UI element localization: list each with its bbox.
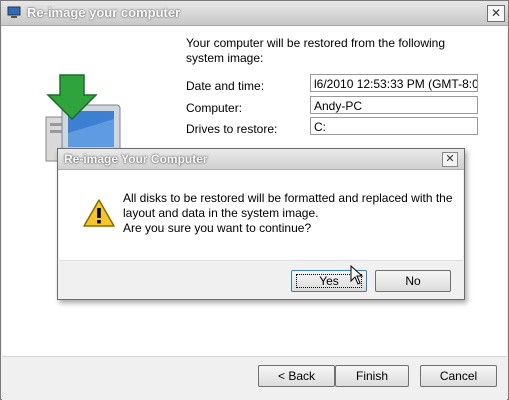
window-titlebar[interactable]: Re-image your computer ✕ [1,1,508,26]
dialog-body: All disks to be restored will be formatt… [59,170,463,260]
warning-icon [83,199,115,227]
dialog-title: Re-image Your Computer [64,152,208,166]
confirm-dialog: Re-image Your Computer ✕ All disks to be… [57,148,465,300]
computer-icon [7,6,21,18]
window-close-button[interactable]: ✕ [487,5,505,22]
dialog-message: All disks to be restored will be formatt… [123,191,453,236]
mouse-pointer-icon [350,265,364,285]
dialog-message-line: Are you sure you want to continue? [123,221,312,235]
dialog-message-line: layout and data in the system image. [123,206,319,220]
drives-field[interactable]: C: [310,117,478,135]
reimage-window: Re-image your computer ✕ Your computer w… [0,0,509,400]
cancel-button[interactable]: Cancel [420,365,497,387]
dialog-message-line: All disks to be restored will be formatt… [123,191,453,205]
drives-label: Drives to restore: [186,122,278,136]
date-time-field[interactable]: l6/2010 12:53:33 PM (GMT-8:00) [310,74,478,92]
computer-field[interactable]: Andy-PC [310,96,478,114]
window-title: Re-image your computer [27,5,181,20]
wizard-footer: < Back Finish Cancel [2,356,507,400]
date-time-label: Date and time: [186,79,265,93]
dialog-close-button[interactable]: ✕ [442,152,458,167]
computer-label: Computer: [186,101,243,115]
finish-button[interactable]: Finish [335,365,409,387]
no-button[interactable]: No [375,270,451,292]
restore-intro-text: Your computer will be restored from the … [186,36,446,65]
back-button[interactable]: < Back [258,365,335,387]
dialog-footer: Yes No [59,260,463,299]
dialog-titlebar[interactable]: Re-image Your Computer ✕ [58,149,464,170]
